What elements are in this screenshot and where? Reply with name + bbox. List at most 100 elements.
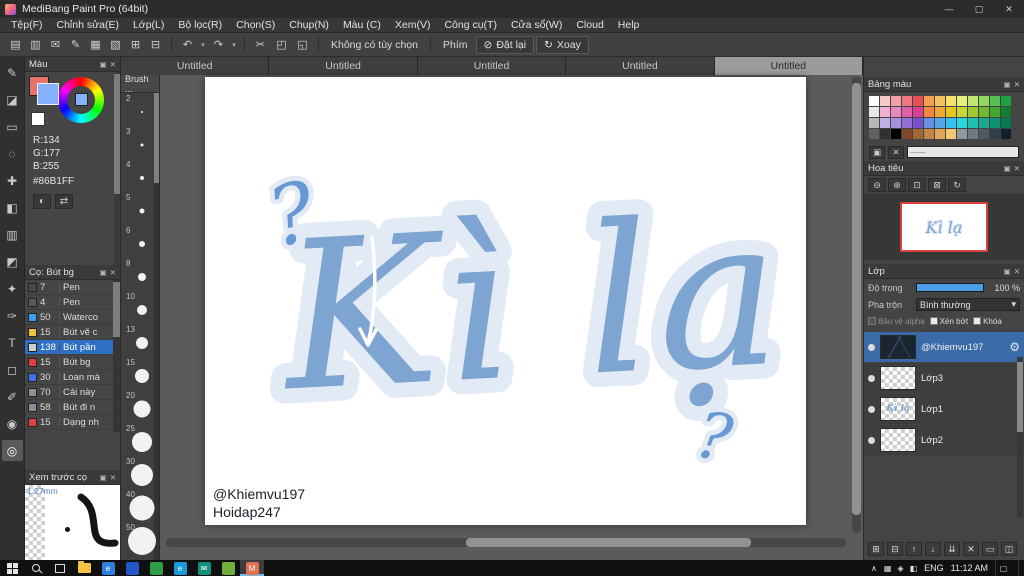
zoom-actual-icon[interactable]: ⊠	[928, 178, 946, 192]
palette-swatch[interactable]	[1001, 129, 1011, 139]
tool-button[interactable]: ✑	[2, 305, 23, 326]
brush-size-item[interactable]: 50	[121, 522, 159, 556]
taskbar-app-button[interactable]: ✉	[192, 560, 216, 576]
palette-swatch[interactable]	[990, 129, 1000, 139]
visibility-icon[interactable]	[868, 405, 875, 413]
color-panel-scrollbar[interactable]	[114, 72, 120, 265]
brush-list-scrollbar[interactable]	[113, 280, 120, 432]
palette-swatch[interactable]	[913, 96, 923, 106]
brush-item[interactable]: 138 Bút pần	[25, 340, 120, 355]
document-tab[interactable]: Untitled	[566, 57, 715, 75]
palette-swatch[interactable]	[957, 129, 967, 139]
search-button[interactable]	[24, 560, 48, 576]
canvas-vertical-scrollbar[interactable]	[852, 77, 861, 533]
file-explorer-button[interactable]	[72, 560, 96, 576]
tool-button[interactable]: T	[2, 332, 23, 353]
brush-size-item[interactable]: 25	[121, 423, 159, 456]
taskbar-app-button[interactable]	[216, 560, 240, 576]
layer-action-button[interactable]: ▭	[982, 542, 998, 556]
menu-item[interactable]: Cửa sổ(W)	[504, 19, 569, 31]
toolbar-icon[interactable]: ▤	[6, 36, 25, 54]
rotate-button[interactable]: ↻ Xoay	[536, 35, 589, 54]
brush-item[interactable]: 58 Bút đi n	[25, 400, 120, 415]
panel-close-icon[interactable]: ✕	[1014, 164, 1020, 173]
maximize-button[interactable]: ▢	[964, 0, 994, 18]
palette-swatch[interactable]	[913, 107, 923, 117]
panel-close-icon[interactable]: ✕	[1014, 267, 1020, 276]
palette-swatch[interactable]	[990, 118, 1000, 128]
palette-swatch[interactable]	[1001, 96, 1011, 106]
menu-item[interactable]: Help	[611, 19, 647, 31]
notification-center-icon[interactable]: ▢	[995, 560, 1011, 576]
palette-swatch[interactable]	[880, 118, 890, 128]
tool-button[interactable]: ◉	[2, 413, 23, 434]
blend-mode-select[interactable]: Bình thường ▾	[916, 298, 1020, 311]
palette-swatch[interactable]	[913, 118, 923, 128]
menu-item[interactable]: Lớp(L)	[126, 19, 171, 31]
tool-button[interactable]: ◪	[2, 89, 23, 110]
palette-swatch[interactable]	[979, 129, 989, 139]
minimize-button[interactable]: —	[934, 0, 964, 18]
layer-action-button[interactable]: ⊞	[868, 542, 884, 556]
layer-row[interactable]: Kì lạ Lớp1	[864, 394, 1024, 424]
palette-swatch[interactable]	[902, 107, 912, 117]
gear-icon[interactable]: ⚙	[1009, 340, 1020, 354]
brush-item[interactable]: 70 Cải này	[25, 385, 120, 400]
palette-swatch[interactable]	[968, 129, 978, 139]
visibility-icon[interactable]	[868, 343, 875, 351]
transparent-color-swatch[interactable]	[31, 112, 45, 126]
tray-chevron-icon[interactable]: ∧	[871, 564, 877, 573]
palette-swatch[interactable]	[979, 96, 989, 106]
palette-swatch[interactable]	[924, 129, 934, 139]
palette-swatch[interactable]	[913, 129, 923, 139]
palette-swatch[interactable]	[968, 107, 978, 117]
panel-close-icon[interactable]: ✕	[110, 60, 116, 69]
palette-swatch[interactable]	[869, 129, 879, 139]
document-tab-active[interactable]: Untitled	[714, 57, 864, 75]
menu-item[interactable]: Công cụ(T)	[437, 19, 504, 31]
redo-caret-icon[interactable]: ▾	[230, 41, 238, 49]
add-color-button[interactable]: ▣	[869, 145, 885, 159]
tray-icon[interactable]: ◧	[910, 564, 918, 573]
canvas[interactable]: Kì lạ Kì lạ ? ? @Khiemvu197 Hoidap247	[205, 77, 806, 525]
visibility-icon[interactable]	[868, 436, 875, 444]
zoom-fit-icon[interactable]: ⊡	[908, 178, 926, 192]
brush-item[interactable]: 7 Pen	[25, 280, 120, 295]
panel-float-icon[interactable]: ▣	[100, 268, 107, 277]
panel-float-icon[interactable]: ▣	[1004, 267, 1011, 276]
zoom-in-icon[interactable]: ⊕	[888, 178, 906, 192]
toolbar-icon[interactable]: ⊟	[146, 36, 165, 54]
menu-item[interactable]: Tệp(F)	[4, 19, 50, 31]
right-panel-scrollbar[interactable]	[1017, 357, 1023, 517]
palette-swatch[interactable]	[935, 107, 945, 117]
navigator-view[interactable]: Kì lạ	[864, 194, 1024, 260]
copy-icon[interactable]: ◰	[272, 36, 291, 54]
document-tab[interactable]: Untitled	[417, 57, 567, 75]
tool-button[interactable]: ✚	[2, 170, 23, 191]
palette-swatch[interactable]	[880, 129, 890, 139]
brush-size-item[interactable]: 3	[121, 126, 159, 159]
reset-button[interactable]: ⊘ Đặt lại	[475, 35, 535, 54]
palette-swatch[interactable]	[946, 118, 956, 128]
menu-item[interactable]: Cloud	[569, 19, 610, 31]
tool-button[interactable]: ◻	[2, 359, 23, 380]
brush-size-item[interactable]: 15	[121, 357, 159, 390]
panel-close-icon[interactable]: ✕	[110, 268, 116, 277]
close-button[interactable]: ✕	[994, 0, 1024, 18]
panel-float-icon[interactable]: ▣	[1004, 164, 1011, 173]
brush-item[interactable]: 15 Bút bg	[25, 355, 120, 370]
tool-button[interactable]: ◧	[2, 197, 23, 218]
layer-row[interactable]: Lớp2	[864, 425, 1024, 455]
panel-float-icon[interactable]: ▣	[100, 473, 107, 482]
redo-icon[interactable]: ↷	[209, 36, 228, 54]
palette-swatch[interactable]	[990, 96, 1000, 106]
taskbar-app-button[interactable]	[144, 560, 168, 576]
brush-size-item[interactable]: 8	[121, 258, 159, 291]
document-tab[interactable]: Untitled	[121, 57, 270, 75]
palette-swatch[interactable]	[891, 129, 901, 139]
menu-item[interactable]: Xem(V)	[388, 19, 438, 31]
opacity-slider[interactable]	[916, 283, 984, 292]
palette-swatch[interactable]	[979, 118, 989, 128]
layer-row[interactable]: Lớp3	[864, 363, 1024, 393]
palette-swatch[interactable]	[946, 129, 956, 139]
